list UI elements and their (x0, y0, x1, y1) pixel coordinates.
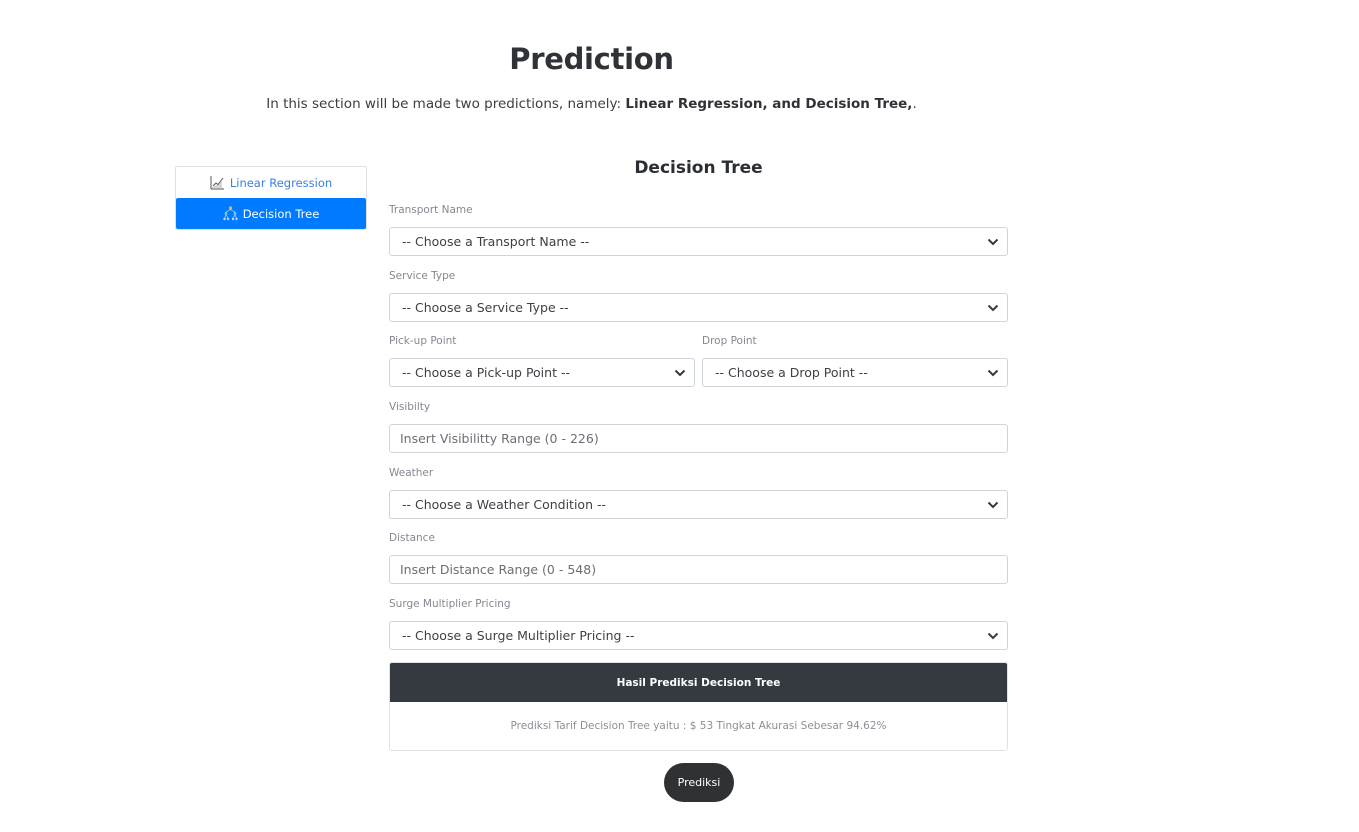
tab-decision-tree-label: Decision Tree (242, 206, 320, 221)
page-title: Prediction (509, 42, 674, 76)
service-type-label: Service Type (389, 270, 456, 282)
pickup-point-select[interactable]: -- Choose a Pick-up Point -- (389, 358, 695, 387)
visibility-label: Visibilty (389, 401, 431, 413)
intro-text: In this section will be made two predict… (0, 96, 1183, 112)
predict-button[interactable]: Prediksi (664, 763, 734, 802)
result-title: Hasil Prediksi Decision Tree (390, 663, 1007, 702)
result-text: Prediksi Tarif Decision Tree yaitu : $ 5… (510, 720, 887, 732)
chevron-down-icon (987, 304, 999, 312)
tab-decision-tree[interactable]: Decision Tree (176, 198, 366, 229)
result-card: Hasil Prediksi Decision Tree Prediksi Ta… (389, 662, 1008, 751)
pickup-point-value: -- Choose a Pick-up Point -- (402, 365, 570, 380)
distance-label: Distance (389, 532, 435, 544)
transport-name-label: Transport Name (389, 204, 473, 216)
transport-name-value: -- Choose a Transport Name -- (402, 234, 590, 249)
drop-point-value: -- Choose a Drop Point -- (715, 365, 868, 380)
chevron-down-icon (987, 501, 999, 509)
weather-value: -- Choose a Weather Condition -- (402, 497, 606, 512)
drop-point-label: Drop Point (702, 335, 757, 347)
service-type-value: -- Choose a Service Type -- (402, 300, 569, 315)
method-tab-list: Linear Regression Decision Tree (175, 166, 367, 230)
distance-placeholder: Insert Distance Range (0 - 548) (400, 562, 597, 577)
weather-select[interactable]: -- Choose a Weather Condition -- (389, 490, 1008, 519)
service-type-select[interactable]: -- Choose a Service Type -- (389, 293, 1008, 322)
surge-label: Surge Multiplier Pricing (389, 598, 511, 610)
chevron-down-icon (987, 632, 999, 640)
visibility-placeholder: Insert Visibilitty Range (0 - 226) (400, 431, 599, 446)
distance-input[interactable]: Insert Distance Range (0 - 548) (389, 555, 1008, 584)
drop-point-select[interactable]: -- Choose a Drop Point -- (702, 358, 1008, 387)
transport-name-select[interactable]: -- Choose a Transport Name -- (389, 227, 1008, 256)
line-chart-icon (210, 175, 225, 190)
decision-tree-icon (223, 206, 238, 221)
visibility-input[interactable]: Insert Visibilitty Range (0 - 226) (389, 424, 1008, 453)
pickup-point-label: Pick-up Point (389, 335, 457, 347)
intro-prefix: In this section will be made two predict… (266, 96, 626, 112)
form-title: Decision Tree (634, 158, 763, 178)
chevron-down-icon (987, 369, 999, 377)
tab-linear-regression-label: Linear Regression (229, 175, 333, 190)
chevron-down-icon (674, 369, 686, 377)
chevron-down-icon (987, 238, 999, 246)
surge-select[interactable]: -- Choose a Surge Multiplier Pricing -- (389, 621, 1008, 650)
tab-linear-regression[interactable]: Linear Regression (176, 167, 366, 198)
surge-value: -- Choose a Surge Multiplier Pricing -- (402, 628, 635, 643)
weather-label: Weather (389, 467, 434, 479)
intro-methods: Linear Regression, and Decision Tree, (625, 96, 913, 112)
intro-suffix: . (912, 96, 917, 112)
